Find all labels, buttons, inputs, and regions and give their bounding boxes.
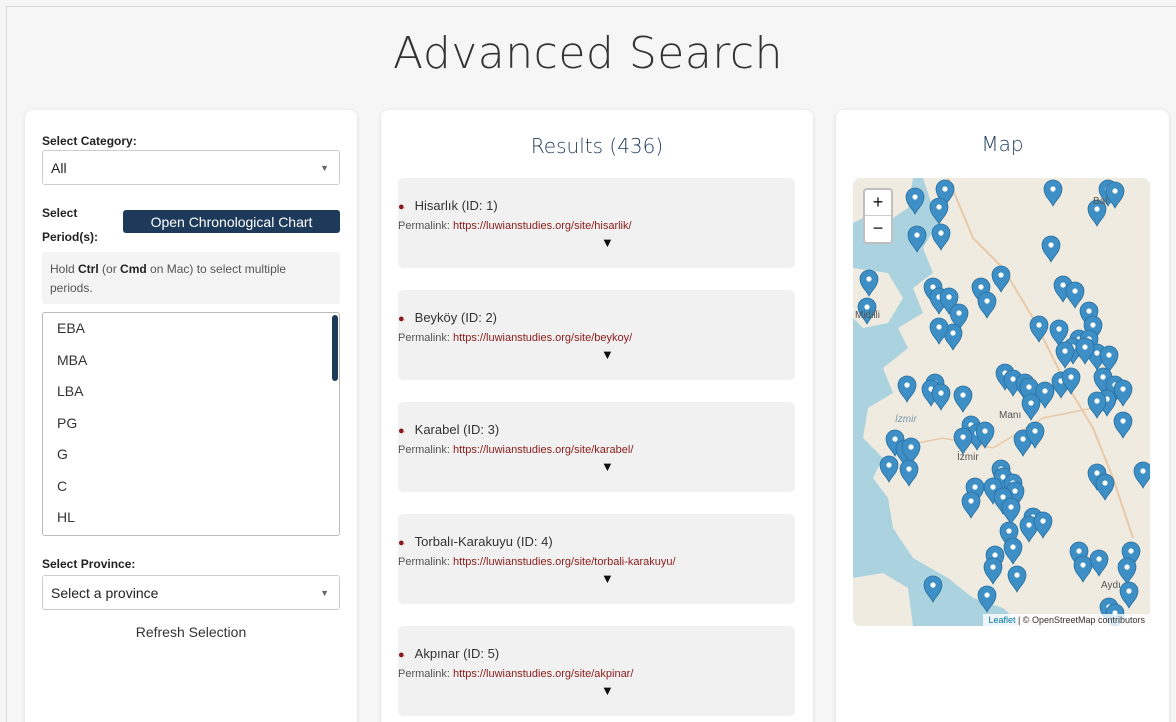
map-place-label: Aydı [1101,580,1121,591]
result-card[interactable]: ● Karabel (ID: 3) Permalink: https://luwi… [398,402,795,492]
result-card[interactable]: ● Hisarlık (ID: 1) Permalink: https://luw… [398,178,795,268]
permalink-label: Permalink: [398,444,454,456]
period-label-line1: Select [42,206,78,220]
period-option[interactable]: C [43,471,339,503]
result-permalink: Permalink: https://luwianstudies.org/sit… [398,332,632,344]
result-permalink: Permalink: https://luwianstudies.org/sit… [398,556,676,568]
map-panel: Map Bal Manı İzmir İzmir Aydı Midilli + … [836,110,1169,722]
results-panel: Results (436) ● Hisarlık (ID: 1) Permalin… [381,110,813,722]
result-name[interactable]: ● Beyköy (ID: 2) [398,310,497,325]
period-option[interactable]: PG [43,408,339,440]
result-name-text: Karabel (ID: 3) [414,422,500,437]
open-chronological-chart-button[interactable]: Open Chronological Chart [123,210,340,233]
period-option[interactable]: MBA [43,345,339,377]
result-name[interactable]: ● Torbalı-Karakuyu (ID: 4) [398,534,553,549]
zoom-out-button[interactable]: − [865,216,891,242]
chevron-down-icon: ▼ [320,162,329,173]
expand-toggle-icon[interactable]: ▼ [601,683,614,698]
result-name[interactable]: ● Karabel (ID: 3) [398,422,499,437]
bullet-icon: ● [398,201,405,213]
result-permalink: Permalink: https://luwianstudies.org/sit… [398,444,633,456]
result-card[interactable]: ● Beyköy (ID: 2) Permalink: https://luwia… [398,290,795,380]
permalink-link[interactable]: https://luwianstudies.org/site/torbali-k… [453,556,676,568]
result-name-text: Hisarlık (ID: 1) [414,198,498,213]
result-name-text: Torbalı-Karakuyu (ID: 4) [414,534,553,549]
map-place-label: Manı [999,410,1022,421]
zoom-control: + − [863,188,893,244]
expand-toggle-icon[interactable]: ▼ [601,459,614,474]
period-option[interactable]: LBA [43,376,339,408]
permalink-label: Permalink: [398,220,454,232]
result-name-text: Beyköy (ID: 2) [414,310,498,325]
province-label: Select Province: [42,557,136,571]
page-title: Advanced Search [393,28,783,79]
filter-panel: Select Category: All ▼ Select Period(s):… [25,110,357,722]
period-multiselect[interactable]: EBA MBA LBA PG G C HL [42,312,340,536]
hint-suffix: on Mac) to select multiple [146,262,287,276]
category-value: All [51,159,67,176]
province-placeholder: Select a province [51,584,159,601]
expand-toggle-icon[interactable]: ▼ [601,235,614,250]
map-place-label: Midilli [855,310,880,321]
permalink-label: Permalink: [398,668,454,680]
period-option[interactable]: HL [43,502,339,534]
permalink-label: Permalink: [398,556,454,568]
leaflet-link[interactable]: Leaflet [988,615,1015,625]
expand-toggle-icon[interactable]: ▼ [601,571,614,586]
period-option[interactable]: EBA [43,313,339,345]
hint-suffix-2: periods. [50,281,93,295]
bullet-icon: ● [398,537,405,549]
permalink-link[interactable]: https://luwianstudies.org/site/hisarlik/ [453,220,632,232]
bullet-icon: ● [398,649,405,661]
results-title: Results (436) [530,134,664,158]
refresh-selection-link[interactable]: Refresh Selection [25,624,357,640]
osm-attribution: | © OpenStreetMap contributors [1015,615,1145,625]
hint-cmd-key: Cmd [120,262,147,276]
map-view[interactable]: Bal Manı İzmir İzmir Aydı Midilli + − Le… [853,178,1150,626]
permalink-label: Permalink: [398,332,454,344]
result-card[interactable]: ● Torbalı-Karakuyu (ID: 4) Permalink: htt… [398,514,795,604]
map-place-label: İzmir [957,452,979,463]
result-name[interactable]: ● Hisarlık (ID: 1) [398,198,498,213]
zoom-in-button[interactable]: + [865,190,891,216]
map-place-label: İzmir [895,414,917,425]
period-label-line2: Period(s): [42,230,99,244]
category-select[interactable]: All ▼ [42,150,340,185]
map-attribution: Leaflet | © OpenStreetMap contributors [983,614,1150,626]
permalink-link[interactable]: https://luwianstudies.org/site/karabel/ [453,444,633,456]
result-name[interactable]: ● Akpınar (ID: 5) [398,646,499,661]
result-permalink: Permalink: https://luwianstudies.org/sit… [398,668,633,680]
bullet-icon: ● [398,425,405,437]
hint-middle: (or [98,262,121,276]
hint-ctrl-key: Ctrl [78,262,99,276]
result-card[interactable]: ● Akpınar (ID: 5) Permalink: https://luwi… [398,626,795,716]
result-permalink: Permalink: https://luwianstudies.org/sit… [398,220,632,232]
map-title: Map [981,132,1024,156]
period-list-scrollbar[interactable] [332,315,338,381]
map-tiles[interactable] [853,178,1150,626]
bullet-icon: ● [398,313,405,325]
period-option[interactable]: G [43,439,339,471]
result-name-text: Akpınar (ID: 5) [414,646,500,661]
province-select[interactable]: Select a province ▼ [42,575,340,610]
chevron-down-icon: ▼ [320,587,329,598]
permalink-link[interactable]: https://luwianstudies.org/site/akpinar/ [453,668,633,680]
permalink-link[interactable]: https://luwianstudies.org/site/beykoy/ [453,332,632,344]
period-hint: Hold Ctrl (or Cmd on Mac) to select mult… [42,252,340,304]
map-place-label: Bal [1093,196,1108,207]
expand-toggle-icon[interactable]: ▼ [601,347,614,362]
hint-prefix: Hold [50,262,79,276]
category-label: Select Category: [42,134,137,148]
